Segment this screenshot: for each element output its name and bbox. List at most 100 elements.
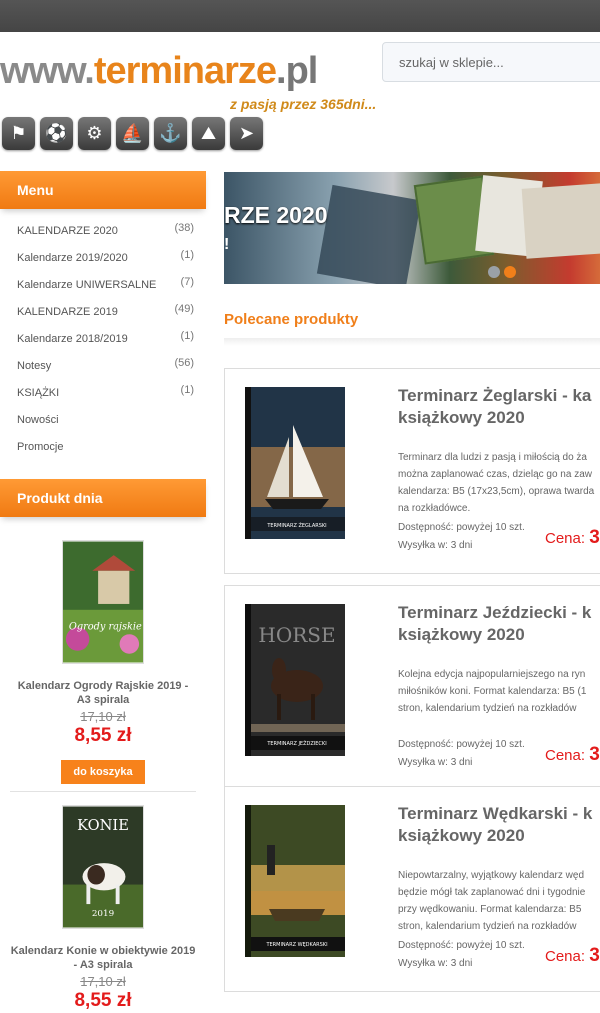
product-description: Niepowtarzalny, wyjątkowy kalendarz węd … <box>398 870 586 932</box>
product-day-name[interactable]: Kalendarz Ogrody Rajskie 2019 - A3 spira… <box>10 679 196 707</box>
menu-item-count: (1) <box>180 384 194 396</box>
slider-dot-active[interactable] <box>504 266 516 278</box>
cycling-icon[interactable]: ⚙ <box>78 117 111 150</box>
category-menu: KALENDARZE 2020 (38) Kalendarze 2019/2020… <box>0 218 206 461</box>
thumbnail-title: KONIE <box>77 817 129 834</box>
logo-name: terminarze <box>93 50 277 92</box>
menu-item[interactable]: Notesy (56) <box>0 353 206 380</box>
thumbnail-year: 2019 <box>92 909 114 919</box>
product-thumbnail[interactable]: Ogrody rajskie <box>62 540 144 664</box>
section-divider <box>224 338 600 346</box>
sale-price: 8,55 zł <box>74 990 132 1011</box>
price-label: Cena: <box>545 747 586 764</box>
running-icon[interactable]: ➤ <box>230 117 263 150</box>
product-day-name[interactable]: Kalendarz Konie w obiektywie 2019 - A3 s… <box>10 944 196 972</box>
availability: Dostępność: powyżej 10 szt. Wysyłka w: 3… <box>398 937 525 973</box>
menu-item-count: (1) <box>180 249 194 261</box>
add-to-cart-button[interactable]: do koszyka <box>61 760 145 784</box>
menu-item-count: (56) <box>174 357 194 369</box>
cover-label: TERMINARZ ŻEGLARSKI <box>266 522 326 529</box>
menu-item-label: KSIĄŻKI <box>17 387 60 399</box>
product-description: Kolejna edycja najpopularniejszego na ry… <box>398 669 587 714</box>
menu-item-label: Kalendarze 2019/2020 <box>17 252 128 264</box>
menu-item[interactable]: KALENDARZE 2019 (49) <box>0 299 206 326</box>
product-day-item: Ogrody rajskie Kalendarz Ogrody Rajskie … <box>10 540 196 784</box>
price-label: Cena: <box>545 948 586 965</box>
availability: Dostępność: powyżej 10 szt. Wysyłka w: 3… <box>398 519 525 555</box>
availability-text: Dostępność: powyżej 10 szt. <box>398 739 525 750</box>
price-label: Cena: <box>545 530 586 547</box>
price-line: Cena: 3 <box>545 945 600 967</box>
price-line: Cena: 3 <box>545 527 600 549</box>
promo-banner[interactable]: RZE 2020 ! <box>224 172 600 284</box>
banner-tail: ! <box>224 236 230 253</box>
menu-item-label: KALENDARZE 2019 <box>17 306 118 318</box>
old-price: 17,10 zł <box>80 974 126 989</box>
search-input[interactable] <box>382 42 600 82</box>
menu-item-count: (49) <box>174 303 194 315</box>
menu-item-count: (38) <box>174 222 194 234</box>
sailing-icon[interactable]: ⛵ <box>116 117 149 150</box>
product-day-header: Produkt dnia <box>0 479 206 517</box>
football-icon[interactable]: ⚽ <box>40 117 73 150</box>
top-bar <box>0 0 600 32</box>
menu-item-count: (7) <box>180 276 194 288</box>
availability: Dostępność: powyżej 10 szt. Wysyłka w: 3… <box>398 736 525 772</box>
menu-item[interactable]: Kalendarze 2019/2020 (1) <box>0 245 206 272</box>
price-value: 3 <box>589 744 600 765</box>
product-cover[interactable]: TERMINARZ ŻEGLARSKI <box>245 387 345 539</box>
product-description: Terminarz dla ludzi z pasją i miłością d… <box>398 452 595 514</box>
cover-word: HORSE <box>258 623 335 647</box>
section-title: Polecane produkty <box>224 311 359 328</box>
availability-text: Dostępność: powyżej 10 szt. <box>398 940 525 951</box>
cover-label: TERMINARZ WĘDKARSKI <box>265 942 327 948</box>
menu-header: Menu <box>0 171 206 209</box>
logo-suffix: .pl <box>276 50 318 92</box>
menu-item-label: Notesy <box>17 360 52 372</box>
product-title[interactable]: Terminarz Jeździecki - k książkowy 2020 <box>398 602 600 646</box>
product-cover[interactable]: TERMINARZ WĘDKARSKI <box>245 805 345 957</box>
price-value: 3 <box>589 527 600 548</box>
divider <box>10 791 196 792</box>
sale-price: 8,55 zł <box>74 725 132 746</box>
product-title[interactable]: Terminarz Żeglarski - ka książkowy 2020 <box>398 385 600 429</box>
slider-dots <box>488 266 516 278</box>
athletics-icon[interactable]: ⚑ <box>2 117 35 150</box>
price-value: 3 <box>589 945 600 966</box>
product-thumbnail[interactable]: KONIE 2019 <box>62 805 144 929</box>
hiking-icon[interactable]: ⛰ <box>192 117 225 150</box>
product-card: TERMINARZ ŻEGLARSKI Terminarz Żeglarski … <box>224 368 600 574</box>
availability-text: Dostępność: powyżej 10 szt. <box>398 522 525 533</box>
cover-label: TERMINARZ JEŹDZIECKI <box>266 739 326 747</box>
menu-item-label: Kalendarze 2018/2019 <box>17 333 128 345</box>
menu-item-label: KALENDARZE 2020 <box>17 225 118 237</box>
slider-dot[interactable] <box>488 266 500 278</box>
menu-item-count: (1) <box>180 330 194 342</box>
menu-item[interactable]: KSIĄŻKI (1) <box>0 380 206 407</box>
shipping-text: Wysyłka w: 3 dni <box>398 958 473 969</box>
price-line: Cena: 3 <box>545 744 600 766</box>
sport-icons: ⚑ ⚽ ⚙ ⛵ ⚓ ⛰ ➤ <box>2 117 263 150</box>
product-title[interactable]: Terminarz Wędkarski - k książkowy 2020 <box>398 803 600 847</box>
menu-item[interactable]: Promocje <box>0 434 206 461</box>
tagline: z pasją przez 365dni... <box>230 96 377 112</box>
shipping-text: Wysyłka w: 3 dni <box>398 540 473 551</box>
menu-item[interactable]: Nowości <box>0 407 206 434</box>
site-logo[interactable]: www.terminarze.pl <box>0 46 318 96</box>
fishing-icon[interactable]: ⚓ <box>154 117 187 150</box>
shipping-text: Wysyłka w: 3 dni <box>398 757 473 768</box>
menu-item[interactable]: KALENDARZE 2020 (38) <box>0 218 206 245</box>
banner-headline: RZE 2020 <box>224 202 328 228</box>
old-price: 17,10 zł <box>80 709 126 724</box>
thumbnail-title: Ogrody rajskie <box>69 621 142 632</box>
menu-item-label: Nowości <box>17 414 59 426</box>
product-cover[interactable]: HORSE TERMINARZ JEŹDZIECKI <box>245 604 345 756</box>
logo-prefix: www. <box>0 50 95 92</box>
product-card: TERMINARZ WĘDKARSKI Terminarz Wędkarski … <box>224 786 600 992</box>
menu-item-label: Kalendarze UNIWERSALNE <box>17 279 157 291</box>
product-card: HORSE TERMINARZ JEŹDZIECKI Terminarz Jeź… <box>224 585 600 791</box>
menu-item[interactable]: Kalendarze 2018/2019 (1) <box>0 326 206 353</box>
menu-item[interactable]: Kalendarze UNIWERSALNE (7) <box>0 272 206 299</box>
menu-item-label: Promocje <box>17 441 64 453</box>
product-day-item: KONIE 2019 Kalendarz Konie w obiektywie … <box>10 805 196 1013</box>
